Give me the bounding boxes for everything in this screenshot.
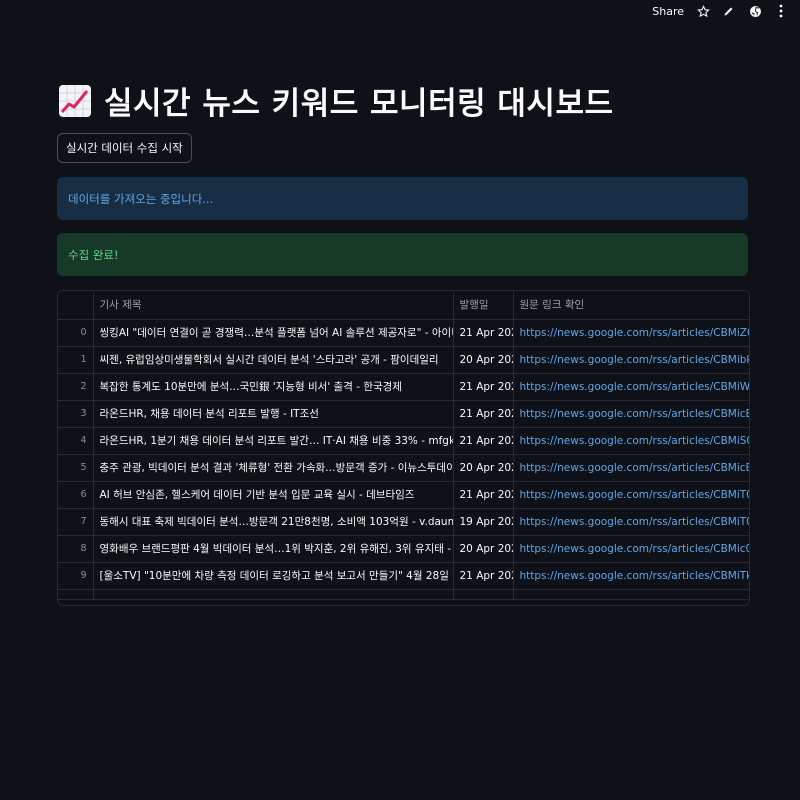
article-title-cell[interactable]: [울소TV] "10분만에 차량 측정 데이터 로깅하고 분석 보고서 만들기"…: [93, 562, 454, 590]
publish-date-cell[interactable]: 20 Apr 2026: [453, 346, 514, 374]
edit-icon[interactable]: [722, 4, 736, 18]
column-header-date[interactable]: 발행일: [453, 291, 514, 320]
article-title-cell[interactable]: 씽킹AI "데이터 연결이 곧 경쟁력…분석 플랫폼 넘어 AI 솔루션 제공자…: [93, 319, 454, 347]
info-alert: 데이터를 가져오는 중입니다...: [57, 177, 748, 220]
row-index: 0: [58, 319, 94, 347]
app-toolbar: Share: [652, 0, 800, 22]
more-icon[interactable]: [774, 4, 788, 18]
row-index: 6: [58, 481, 94, 509]
column-header-link[interactable]: 원문 링크 확인: [513, 291, 749, 320]
row-index: 1: [58, 346, 94, 374]
news-dataframe[interactable]: 기사 제목 발행일 원문 링크 확인 0 씽킹AI "데이터 연결이 곧 경쟁력…: [57, 290, 750, 606]
article-title-cell[interactable]: AI 허브 안심존, 헬스케어 데이터 기반 분석 입문 교육 실시 - 데브타…: [93, 481, 454, 509]
article-title-cell[interactable]: 씨젠, 유럽임상미생물학회서 실시간 데이터 분석 '스타고라' 공개 - 팜이…: [93, 346, 454, 374]
article-link[interactable]: https://news.google.com/rss/articles/CBM…: [513, 535, 749, 563]
article-link[interactable]: https://news.google.com/rss/articles/CBM…: [513, 346, 749, 374]
success-alert: 수집 완료!: [57, 233, 748, 276]
article-title-cell[interactable]: 복잡한 통계도 10분만에 분석…국민銀 '지능형 비서' 출격 - 한국경제: [93, 373, 454, 401]
article-title-cell[interactable]: 충주 관광, 빅데이터 분석 결과 '체류형' 전환 가속화…방문객 증가 - …: [93, 454, 454, 482]
table-row[interactable]: 9 [울소TV] "10분만에 차량 측정 데이터 로깅하고 분석 보고서 만들…: [58, 562, 749, 590]
table-row[interactable]: 7 동해시 대표 축제 빅데이터 분석…방문객 21만8천명, 소비액 103억…: [58, 508, 749, 536]
row-index: 2: [58, 373, 94, 401]
table-row[interactable]: 1 씨젠, 유럽임상미생물학회서 실시간 데이터 분석 '스타고라' 공개 - …: [58, 346, 749, 374]
news-table: 기사 제목 발행일 원문 링크 확인 0 씽킹AI "데이터 연결이 곧 경쟁력…: [58, 291, 749, 600]
column-header-index[interactable]: [58, 291, 94, 320]
publish-date-cell[interactable]: 21 Apr 2026: [453, 427, 514, 455]
article-title-cell[interactable]: 영화배우 브랜드평판 4월 빅데이터 분석…1위 박지훈, 2위 유해진, 3위…: [93, 535, 454, 563]
star-icon[interactable]: [696, 4, 710, 18]
article-link[interactable]: https://news.google.com/rss/articles/CBM…: [513, 481, 749, 509]
article-title-cell[interactable]: 라온드HR, 채용 데이터 분석 리포트 발행 - IT조선: [93, 400, 454, 428]
start-collection-button[interactable]: 실시간 데이터 수집 시작: [57, 133, 192, 163]
page-title-text: 실시간 뉴스 키워드 모니터링 대시보드: [104, 86, 614, 122]
row-index: 8: [58, 535, 94, 563]
publish-date-cell[interactable]: 20 Apr 2026: [453, 454, 514, 482]
row-index: 3: [58, 400, 94, 428]
article-link[interactable]: https://news.google.com/rss/articles/CBM…: [513, 562, 749, 590]
share-button[interactable]: Share: [652, 5, 684, 18]
table-row[interactable]: 8 영화배우 브랜드평판 4월 빅데이터 분석…1위 박지훈, 2위 유해진, …: [58, 535, 749, 563]
row-index: 4: [58, 427, 94, 455]
table-row[interactable]: 2 복잡한 통계도 10분만에 분석…국민銀 '지능형 비서' 출격 - 한국경…: [58, 373, 749, 401]
article-link[interactable]: https://news.google.com/rss/articles/CBM…: [513, 454, 749, 482]
table-header-row: 기사 제목 발행일 원문 링크 확인: [58, 291, 749, 320]
publish-date-cell[interactable]: 21 Apr 2026: [453, 481, 514, 509]
row-index: 7: [58, 508, 94, 536]
row-index: 5: [58, 454, 94, 482]
row-index: 9: [58, 562, 94, 590]
table-row[interactable]: 5 충주 관광, 빅데이터 분석 결과 '체류형' 전환 가속화…방문객 증가 …: [58, 454, 749, 482]
github-icon[interactable]: [748, 4, 762, 18]
table-row[interactable]: 4 라온드HR, 1분기 채용 데이터 분석 리포트 발간… IT·AI 채용 …: [58, 427, 749, 455]
article-link[interactable]: https://news.google.com/rss/articles/CBM…: [513, 508, 749, 536]
publish-date-cell[interactable]: 19 Apr 2026: [453, 508, 514, 536]
column-header-title[interactable]: 기사 제목: [93, 291, 454, 320]
article-title-cell[interactable]: 라온드HR, 1분기 채용 데이터 분석 리포트 발간… IT·AI 채용 비중…: [93, 427, 454, 455]
publish-date-cell[interactable]: 21 Apr 2026: [453, 562, 514, 590]
publish-date-cell[interactable]: 21 Apr 2026: [453, 373, 514, 401]
chart-increasing-icon: [59, 84, 91, 117]
table-row[interactable]: 3 라온드HR, 채용 데이터 분석 리포트 발행 - IT조선 21 Apr …: [58, 400, 749, 428]
page-title: 실시간 뉴스 키워드 모니터링 대시보드: [58, 78, 614, 123]
article-link[interactable]: https://news.google.com/rss/articles/CBM…: [513, 319, 749, 347]
publish-date-cell[interactable]: 20 Apr 2026: [453, 535, 514, 563]
article-link[interactable]: https://news.google.com/rss/articles/CBM…: [513, 373, 749, 401]
publish-date-cell[interactable]: 21 Apr 2026: [453, 319, 514, 347]
article-link[interactable]: https://news.google.com/rss/articles/CBM…: [513, 400, 749, 428]
publish-date-cell[interactable]: 21 Apr 2026: [453, 400, 514, 428]
article-link[interactable]: https://news.google.com/rss/articles/CBM…: [513, 427, 749, 455]
table-row[interactable]: 6 AI 허브 안심존, 헬스케어 데이터 기반 분석 입문 교육 실시 - 데…: [58, 481, 749, 509]
table-row[interactable]: 0 씽킹AI "데이터 연결이 곧 경쟁력…분석 플랫폼 넘어 AI 솔루션 제…: [58, 319, 749, 347]
article-title-cell[interactable]: 동해시 대표 축제 빅데이터 분석…방문객 21만8천명, 소비액 103억원 …: [93, 508, 454, 536]
table-row-partial[interactable]: [58, 589, 749, 600]
